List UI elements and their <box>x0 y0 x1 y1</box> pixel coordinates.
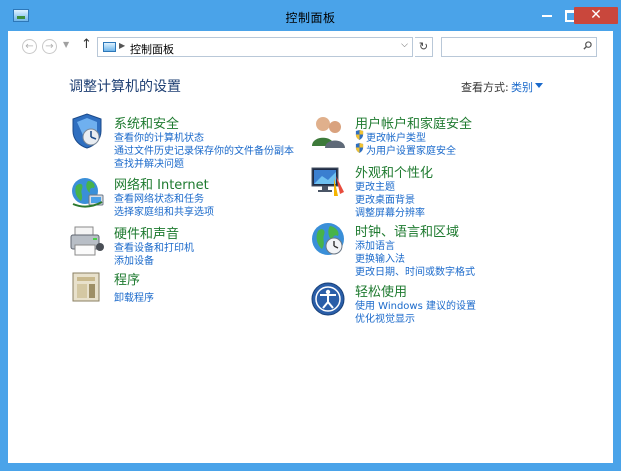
category-link[interactable]: 调整屏幕分辨率 <box>355 204 425 219</box>
category-system-security: 系统和安全 查看你的计算机状态 通过文件历史记录保存你的文件备份副本 查找并解决… <box>69 113 309 170</box>
close-button[interactable]: ✕ <box>574 7 618 24</box>
forward-arrow-icon: → <box>45 41 54 52</box>
category-network-internet: 网络和 Internet 查看网络状态和任务 选择家庭组和共享选项 <box>69 174 309 218</box>
breadcrumb[interactable]: 控制面板 <box>130 41 174 57</box>
category-title[interactable]: 程序 <box>114 269 140 288</box>
category-link[interactable]: 更改日期、时间或数字格式 <box>355 263 475 278</box>
category-hardware-sound: 硬件和声音 查看设备和打印机 添加设备 <box>69 223 309 267</box>
title-bar[interactable]: 控制面板 ✕ <box>0 0 621 31</box>
view-by-label: 查看方式: <box>461 81 509 94</box>
search-icon[interactable] <box>583 41 592 50</box>
up-button[interactable]: ↑ <box>81 37 92 52</box>
search-box[interactable] <box>441 37 597 57</box>
chevron-down-icon[interactable] <box>535 83 543 88</box>
back-arrow-icon: ← <box>25 41 34 52</box>
category-link[interactable]: 为用户设置家庭安全 <box>366 142 456 157</box>
category-user-accounts: 用户帐户和家庭安全 更改帐户类型 为用户设置家庭安全 <box>310 113 590 157</box>
minimize-icon <box>542 15 552 17</box>
chevron-down-icon: ⌵ <box>401 40 408 50</box>
category-link[interactable]: 添加设备 <box>114 252 154 267</box>
refresh-button[interactable]: ↻ <box>415 37 433 57</box>
forward-button[interactable]: → <box>42 39 57 54</box>
appearance-icon[interactable] <box>310 162 346 198</box>
ease-of-access-icon[interactable] <box>310 281 346 317</box>
search-input[interactable] <box>446 40 571 54</box>
control-panel-window: 控制面板 ✕ ← → ▼ ↑ ▶ 控制面板 ⌵ ↻ 调整计算机的设置 查看方式:… <box>0 0 621 471</box>
system-security-icon[interactable] <box>69 113 105 149</box>
recent-locations-button[interactable]: ▼ <box>63 40 69 49</box>
category-link[interactable]: 选择家庭组和共享选项 <box>114 203 214 218</box>
page-title: 调整计算机的设置 <box>69 79 181 95</box>
programs-icon[interactable] <box>69 269 105 305</box>
uac-shield-icon <box>355 143 364 153</box>
category-appearance: 外观和个性化 更改主题 更改桌面背景 调整屏幕分辨率 <box>310 162 590 219</box>
refresh-icon: ↻ <box>418 40 429 53</box>
clock-region-icon[interactable] <box>310 221 346 257</box>
address-dropdown-button[interactable]: ⌵ <box>401 40 408 50</box>
up-arrow-icon: ↑ <box>81 37 92 52</box>
uac-shield-icon <box>355 130 364 140</box>
view-by-dropdown[interactable]: 类别 <box>511 79 533 95</box>
minimize-button[interactable] <box>534 7 560 24</box>
category-link[interactable]: 卸载程序 <box>114 289 154 304</box>
address-bar[interactable]: ▶ 控制面板 ⌵ <box>97 37 413 57</box>
network-internet-icon[interactable] <box>69 174 105 210</box>
category-link[interactable]: 优化视觉显示 <box>355 310 415 325</box>
breadcrumb-separator-icon[interactable]: ▶ <box>119 41 125 50</box>
category-programs: 程序 卸载程序 <box>69 269 309 305</box>
category-clock-region: 时钟、语言和区域 添加语言 更换输入法 更改日期、时间或数字格式 <box>310 221 590 278</box>
close-icon: ✕ <box>590 7 602 23</box>
content-area: ← → ▼ ↑ ▶ 控制面板 ⌵ ↻ 调整计算机的设置 查看方式: 类别 系统和… <box>8 31 613 463</box>
window-title: 控制面板 <box>285 11 336 25</box>
hardware-sound-icon[interactable] <box>69 223 105 259</box>
category-ease-of-access: 轻松使用 使用 Windows 建议的设置 优化视觉显示 <box>310 281 590 325</box>
user-accounts-icon[interactable] <box>310 113 346 149</box>
back-button[interactable]: ← <box>22 39 37 54</box>
control-panel-icon <box>103 42 116 52</box>
category-link[interactable]: 查找并解决问题 <box>114 155 184 170</box>
